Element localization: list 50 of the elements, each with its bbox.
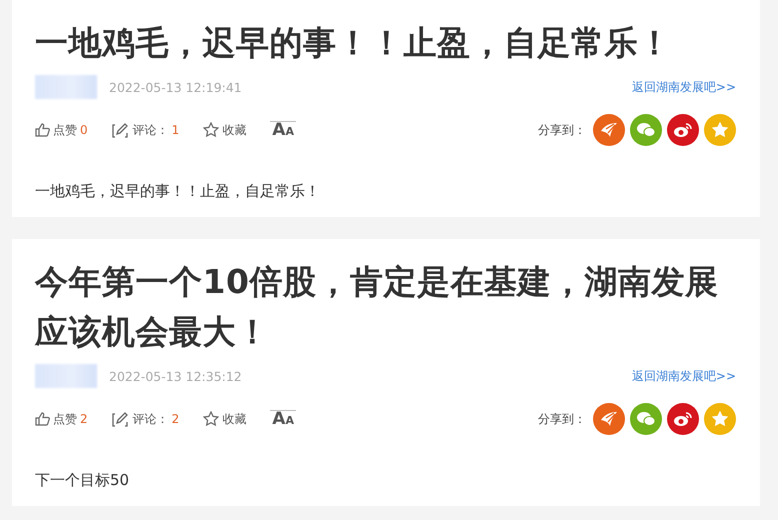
chat-bubbles-icon: [636, 122, 656, 138]
post-time: 2022-05-13 12:19:41: [109, 80, 242, 94]
like-label: 点赞: [53, 410, 77, 428]
like-label: 点赞: [53, 122, 77, 138]
share-button[interactable]: [667, 403, 699, 435]
favorite-label: 收藏: [222, 410, 246, 428]
post-title: 一地鸡毛，迟早的事！！止盈，自足常乐！: [35, 22, 672, 64]
thumbs-up-icon: [35, 412, 50, 426]
paper-plane-icon: [600, 411, 618, 427]
back-link[interactable]: 返回湖南发展吧>>: [632, 368, 736, 384]
font-size-button[interactable]: AA: [270, 120, 296, 140]
star-icon: [712, 411, 728, 427]
share-button[interactable]: [667, 114, 699, 146]
favorite-label: 收藏: [222, 122, 246, 138]
comment-count: 1: [172, 123, 180, 137]
blurred-username: [35, 364, 97, 388]
like-button[interactable]: 点赞 0: [35, 122, 88, 138]
favorite-button[interactable]: 收藏: [203, 122, 246, 138]
thumbs-up-icon: [35, 123, 50, 137]
favorite-button[interactable]: 收藏: [203, 410, 246, 428]
back-link[interactable]: 返回湖南发展吧>>: [632, 78, 736, 96]
comment-button[interactable]: 评论： 2: [112, 410, 180, 428]
post-body: 下一个目标50: [35, 471, 130, 490]
share-button[interactable]: [630, 403, 662, 435]
like-button[interactable]: 点赞 2: [35, 410, 88, 428]
comment-count: 2: [172, 412, 180, 426]
edit-icon: [112, 411, 130, 427]
chat-bubbles-icon: [636, 411, 656, 427]
edit-icon: [112, 122, 130, 138]
paper-plane-icon: [600, 122, 618, 138]
comment-button[interactable]: 评论： 1: [112, 122, 180, 138]
like-count: 0: [80, 123, 88, 137]
post-body: 一地鸡毛，迟早的事！！止盈，自足常乐！: [35, 182, 321, 201]
star-icon: [203, 411, 220, 427]
eye-icon: [673, 122, 693, 138]
star-icon: [712, 122, 728, 138]
post-title: 今年第一个10倍股，肯定是在基建，湖南发展应该机会最大！: [35, 261, 720, 353]
font-size-button[interactable]: AA: [270, 410, 296, 428]
share-button[interactable]: [593, 114, 625, 146]
eye-icon: [673, 411, 693, 427]
blurred-username: [35, 75, 97, 99]
share-label: 分享到：: [538, 410, 586, 428]
like-count: 2: [80, 412, 88, 426]
share-button[interactable]: [593, 403, 625, 435]
star-icon: [203, 122, 220, 138]
share-label: 分享到：: [538, 122, 586, 138]
comment-label: 评论：: [132, 410, 169, 428]
comment-label: 评论：: [132, 122, 169, 138]
post-time: 2022-05-13 12:35:12: [109, 368, 242, 384]
share-button[interactable]: [630, 114, 662, 146]
